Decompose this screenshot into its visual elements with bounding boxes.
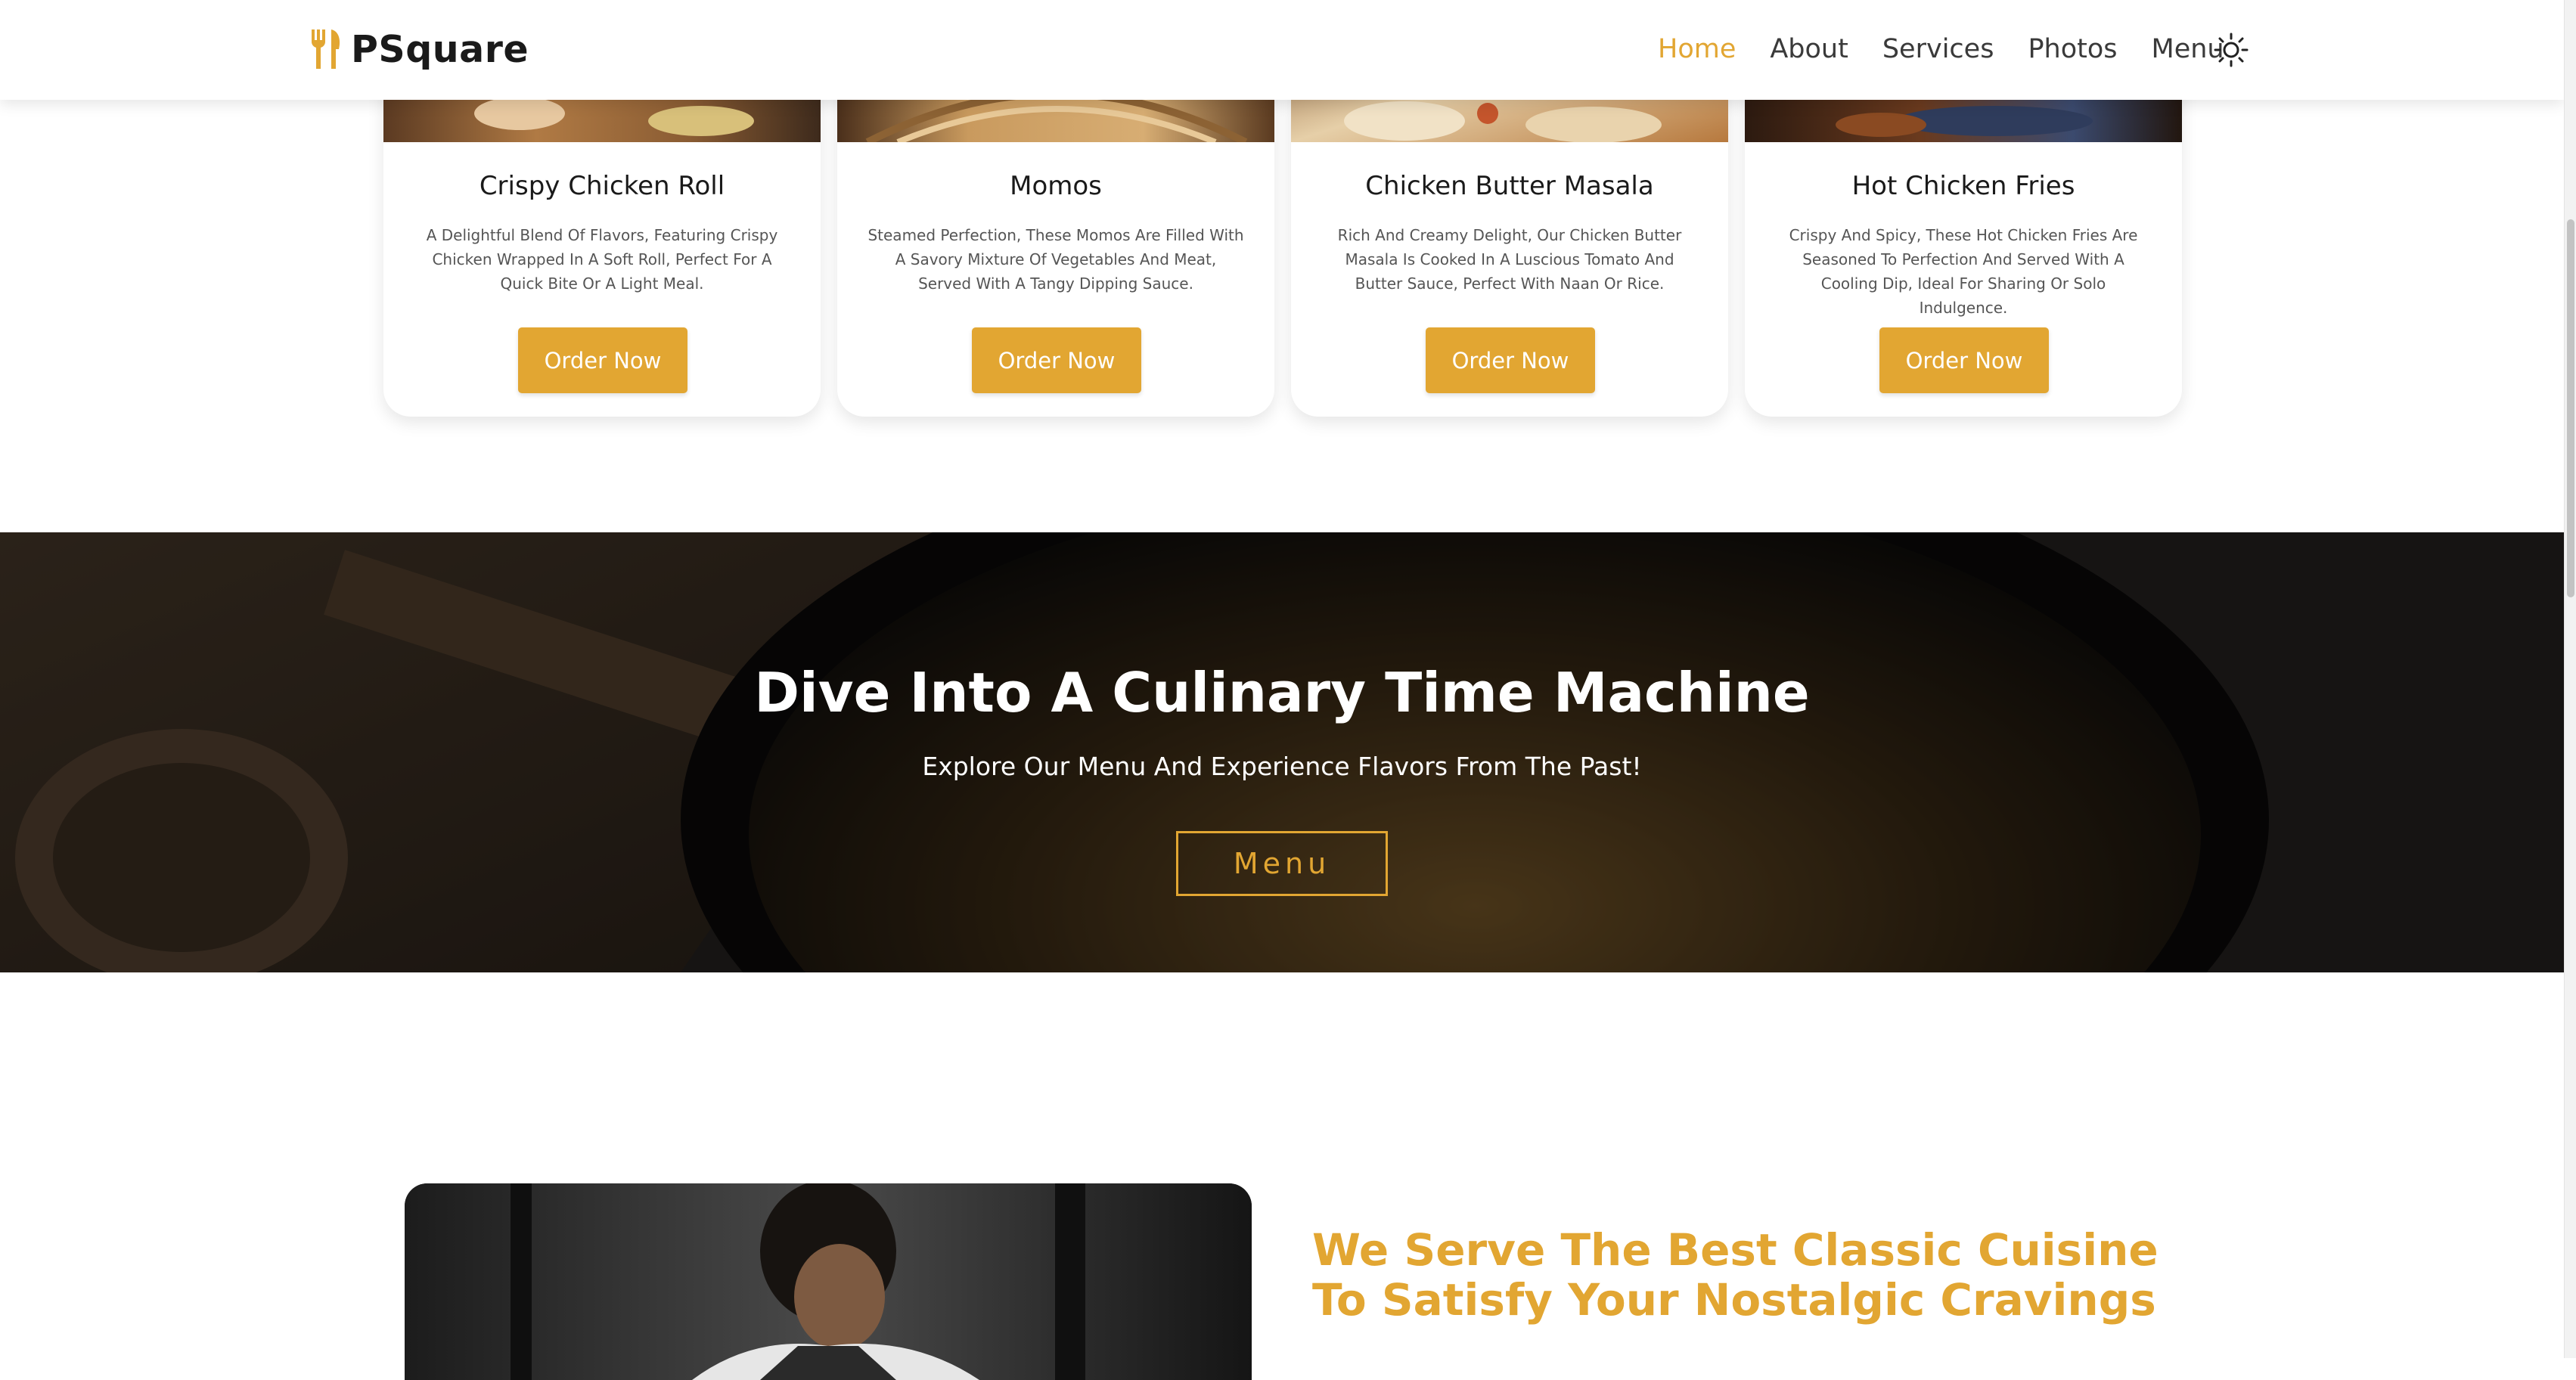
- nav-item-services[interactable]: Services: [1882, 34, 1994, 64]
- page-scrollbar[interactable]: [2564, 0, 2576, 1358]
- card-title: Chicken Butter Masala: [1365, 171, 1654, 201]
- nav-item-about[interactable]: About: [1770, 34, 1848, 64]
- order-now-button[interactable]: Order Now: [1879, 327, 2049, 393]
- hero-banner: Dive Into A Culinary Time Machine Explor…: [0, 532, 2564, 972]
- card-title: Hot Chicken Fries: [1851, 171, 2075, 201]
- brand-logo[interactable]: PSquare: [309, 24, 529, 74]
- hero-title: Dive Into A Culinary Time Machine: [754, 661, 1810, 724]
- order-now-button[interactable]: Order Now: [1426, 327, 1595, 393]
- card-description: Rich And Creamy Delight, Our Chicken But…: [1337, 226, 1682, 293]
- nav-item-photos[interactable]: Photos: [2028, 34, 2117, 64]
- card-description: Crispy And Spicy, These Hot Chicken Frie…: [1789, 226, 2138, 317]
- nav-links: Home About Services Photos Menu: [1658, 29, 2258, 70]
- navbar: PSquare Home About Services Photos Menu: [0, 0, 2564, 100]
- card-title: Momos: [1010, 171, 1102, 201]
- card-description: A Delightful Blend Of Flavors, Featuring…: [426, 226, 778, 293]
- hero-menu-button[interactable]: Menu: [1176, 831, 1388, 896]
- about-heading: We Serve The Best Classic Cuisine To Sat…: [1312, 1224, 2159, 1326]
- card-description: Steamed Perfection, These Momos Are Fill…: [867, 226, 1244, 293]
- brand-name: PSquare: [351, 27, 529, 71]
- sun-icon[interactable]: [2214, 33, 2249, 67]
- nav-item-home[interactable]: Home: [1658, 34, 1736, 64]
- card-title: Crispy Chicken Roll: [479, 171, 725, 201]
- fork-knife-icon: [311, 29, 340, 69]
- scrollbar-thumb[interactable]: [2567, 219, 2574, 597]
- hero-subtitle: Explore Our Menu And Experience Flavors …: [922, 752, 1642, 781]
- chef-photo: [405, 1183, 1252, 1380]
- chef-image: [405, 1183, 1252, 1380]
- order-now-button[interactable]: Order Now: [518, 327, 687, 393]
- order-now-button[interactable]: Order Now: [972, 327, 1141, 393]
